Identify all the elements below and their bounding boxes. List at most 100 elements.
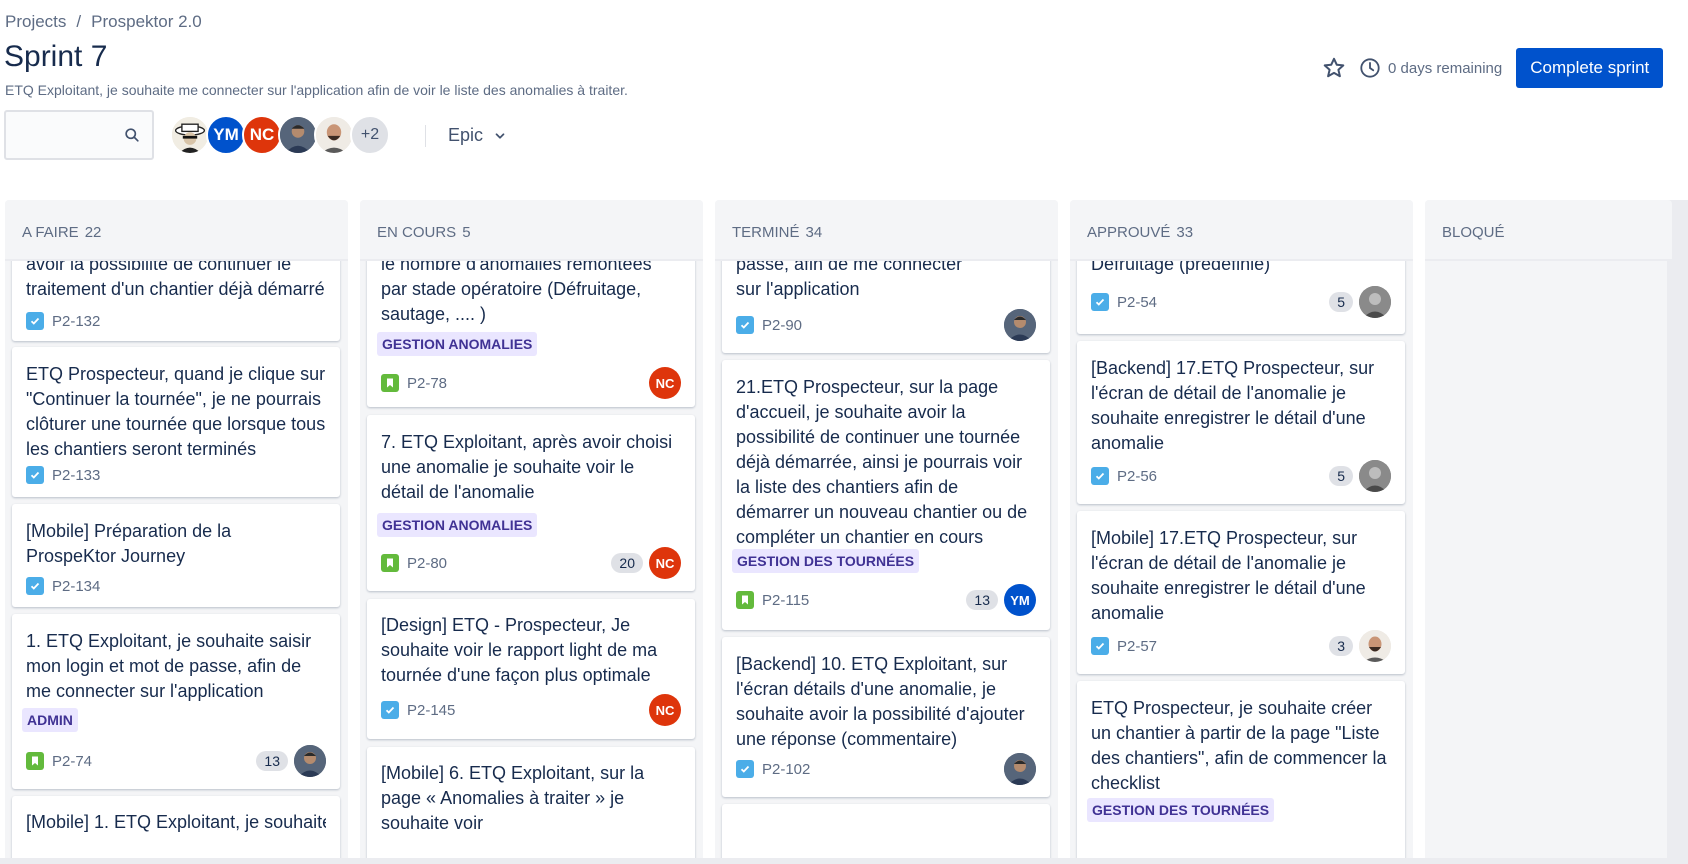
column-header: EN COURS 5 (360, 200, 703, 261)
epic-label-badge: GESTION ANOMALIES (377, 332, 538, 356)
issue-card[interactable]: Défruitage (prédéfinie) P2-54 5 (1077, 261, 1405, 334)
avatar-more[interactable]: +2 (350, 115, 390, 155)
issue-card[interactable]: [Mobile] 1. ETQ Exploitant, je souhaite (12, 796, 340, 864)
issue-card[interactable]: 1. ETQ Exploitant, je souhaite saisir mo… (12, 614, 340, 789)
assignee-avatar[interactable]: NC (649, 694, 681, 726)
assignee-avatar[interactable] (1004, 753, 1036, 785)
issue-card[interactable]: 7. ETQ Exploitant, après avoir choisi un… (367, 415, 695, 591)
assignee-avatar[interactable] (294, 745, 326, 777)
card-summary: [Backend] 10. ETQ Exploitant, sur l'écra… (736, 654, 1025, 749)
epic-label-badge: GESTION DES TOURNÉES (1087, 798, 1275, 822)
story-points: 5 (1329, 292, 1353, 312)
avatar[interactable] (278, 115, 318, 155)
avatar[interactable] (170, 115, 210, 155)
issue-card[interactable]: 21.ETQ Prospecteur, sur la page d'accuei… (722, 360, 1050, 630)
task-icon (1091, 293, 1109, 311)
issue-card[interactable]: ETQ Prospecteur, quand je clique sur "Co… (12, 347, 340, 497)
card-summary: [Mobile] 17.ETQ Prospecteur, sur l'écran… (1091, 528, 1366, 623)
complete-sprint-button[interactable]: Complete sprint (1516, 48, 1664, 88)
story-icon (381, 374, 399, 392)
issue-key[interactable]: P2-132 (52, 313, 100, 330)
card-summary: ETQ Prospecteur, quand je clique sur "Co… (26, 364, 326, 459)
assignee-filter: YM NC +2 (170, 115, 390, 155)
column-termine: TERMINÉ 34 passe, afin de me connecter su… (715, 200, 1058, 864)
issue-card[interactable]: passe, afin de me connecter sur l'applic… (722, 261, 1050, 353)
issue-key[interactable]: P2-133 (52, 467, 100, 484)
card-footer: P2-115 13 YM (736, 584, 1036, 616)
issue-key[interactable]: P2-78 (407, 375, 447, 392)
breadcrumb-projects[interactable]: Projects (5, 12, 66, 32)
avatar[interactable] (314, 115, 354, 155)
issue-card[interactable]: avoir la possibilité de continuer le tra… (12, 261, 340, 341)
issue-key[interactable]: P2-54 (1117, 294, 1157, 311)
assignee-avatar[interactable]: YM (1004, 584, 1036, 616)
issue-card[interactable]: [Backend] 17.ETQ Prospecteur, sur l'écra… (1077, 341, 1405, 504)
column-name: EN COURS (377, 224, 457, 241)
board-scroll-edge (1667, 200, 1688, 864)
issue-card[interactable]: le nombre d'anomalies remontées par stad… (367, 261, 695, 407)
issue-card[interactable]: [Design] ETQ - Prospecteur, Je souhaite … (367, 599, 695, 739)
card-label-wrap: GESTION DES TOURNÉES (1087, 798, 1275, 822)
column-name: A FAIRE (22, 224, 79, 241)
assignee-avatar[interactable]: NC (649, 367, 681, 399)
epic-label-badge: GESTION ANOMALIES (377, 513, 538, 537)
issue-key[interactable]: P2-134 (52, 578, 100, 595)
card-footer: P2-56 5 (1091, 460, 1391, 492)
issue-key[interactable]: P2-90 (762, 317, 802, 334)
issue-key[interactable]: P2-115 (762, 592, 809, 609)
card-footer: P2-133 (26, 461, 326, 489)
column-body: Défruitage (prédéfinie) P2-54 5 [Backend… (1070, 261, 1413, 864)
issue-key[interactable]: P2-57 (1117, 638, 1157, 655)
card-summary: le nombre d'anomalies remontées par stad… (381, 261, 652, 324)
epic-label-badge: ADMIN (22, 708, 78, 732)
card-summary: 7. ETQ Exploitant, après avoir choisi un… (381, 432, 673, 502)
story-points: 5 (1329, 466, 1353, 486)
chevron-down-icon (495, 132, 505, 139)
issue-card[interactable]: [Backend] 10. ETQ Exploitant, sur l'écra… (722, 637, 1050, 797)
column-body: le nombre d'anomalies remontées par stad… (360, 261, 703, 864)
issue-key[interactable]: P2-56 (1117, 468, 1157, 485)
assignee-avatar[interactable] (1359, 286, 1391, 318)
breadcrumb-project[interactable]: Prospektor 2.0 (91, 12, 202, 32)
card-summary: 1. ETQ Exploitant, je souhaite saisir mo… (26, 631, 312, 701)
epic-filter[interactable]: Epic (448, 125, 507, 146)
issue-key[interactable]: P2-80 (407, 555, 447, 572)
search-input[interactable] (12, 122, 112, 148)
column-name: BLOQUÉ (1442, 224, 1505, 241)
assignee-avatar[interactable] (1359, 630, 1391, 662)
card-footer: P2-80 20 NC (381, 547, 681, 579)
clock-icon (1358, 56, 1382, 80)
task-icon (26, 312, 44, 330)
column-header: BLOQUÉ (1425, 200, 1672, 261)
assignee-avatar[interactable]: NC (649, 547, 681, 579)
card-footer: P2-134 (26, 572, 326, 600)
avatar[interactable]: YM (206, 115, 246, 155)
issue-card[interactable]: [Mobile] 6. ETQ Exploitant, sur la page … (367, 747, 695, 864)
header-actions: 0 days remaining Complete sprint (1320, 48, 1688, 88)
horizontal-scrollbar[interactable] (0, 858, 1688, 864)
column-count: 33 (1176, 224, 1194, 241)
issue-card[interactable]: [Mobile] Préparation de la ProspeKtor Jo… (12, 504, 340, 607)
filter-divider (425, 125, 426, 147)
epic-label-badge: GESTION DES TOURNÉES (732, 549, 920, 573)
sprint-board: A FAIRE 22 avoir la possibilité de contin… (5, 200, 1688, 864)
column-approuve: APPROUVÉ 33 Défruitage (prédéfinie) P2-54… (1070, 200, 1413, 864)
column-name: APPROUVÉ (1087, 224, 1171, 241)
card-summary: passe, afin de me connecter sur l'applic… (736, 261, 963, 299)
issue-card[interactable]: ETQ Prospecteur, je souhaite créer un ch… (1077, 681, 1405, 864)
assignee-avatar[interactable] (1359, 460, 1391, 492)
column-body: passe, afin de me connecter sur l'applic… (715, 261, 1058, 864)
avatar[interactable]: NC (242, 115, 282, 155)
assignee-avatar[interactable] (1004, 309, 1036, 341)
issue-key[interactable]: P2-74 (52, 753, 92, 770)
issue-key[interactable]: P2-145 (407, 702, 455, 719)
issue-key[interactable]: P2-102 (762, 761, 810, 778)
card-summary: avoir la possibilité de continuer le tra… (26, 261, 325, 299)
issue-card[interactable] (722, 804, 1050, 864)
issue-card[interactable]: [Mobile] 17.ETQ Prospecteur, sur l'écran… (1077, 511, 1405, 674)
task-icon (26, 577, 44, 595)
search-field[interactable] (4, 110, 154, 160)
card-summary: [Mobile] 6. ETQ Exploitant, sur la page … (381, 763, 645, 833)
column-header: APPROUVÉ 33 (1070, 200, 1413, 261)
star-icon[interactable] (1320, 54, 1348, 82)
